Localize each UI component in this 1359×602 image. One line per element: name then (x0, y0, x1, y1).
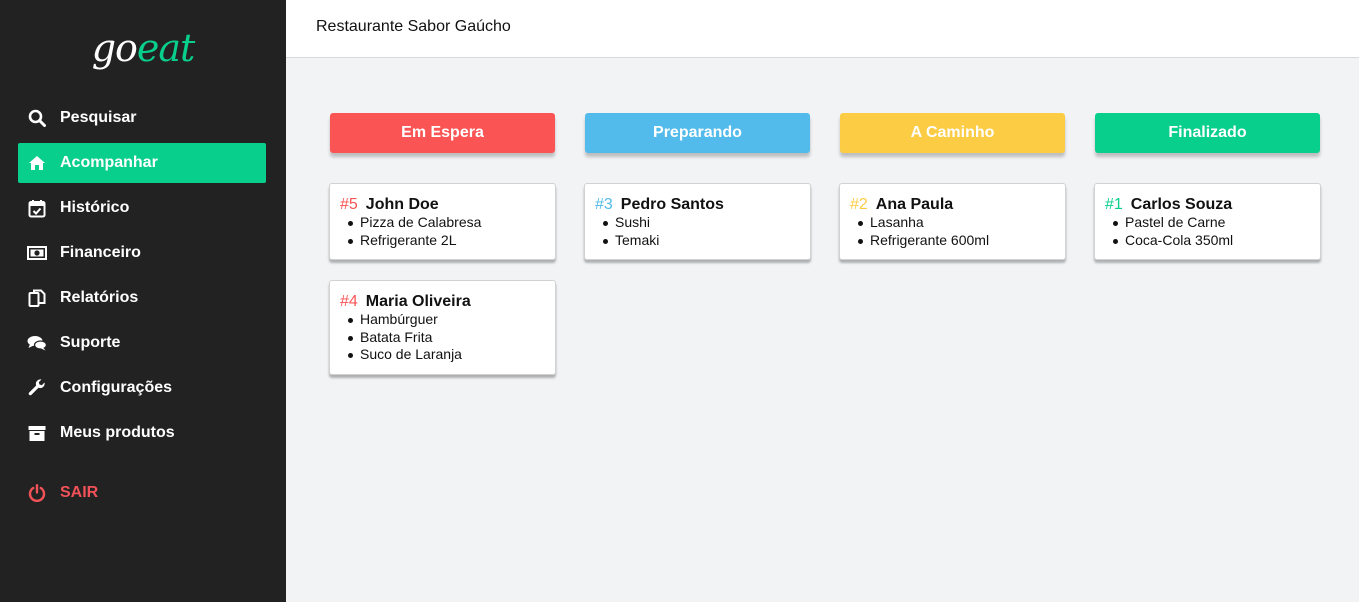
order-card[interactable]: #3 Pedro Santos Sushi Temaki (584, 183, 811, 260)
order-card[interactable]: #4 Maria Oliveira Hambúrguer Batata Frit… (329, 280, 556, 375)
order-item: Pizza de Calabresa (340, 214, 545, 232)
app-logo[interactable]: goeat (0, 26, 286, 70)
sidebar: goeat Pesquisar Acompanhar Histórico Fin… (0, 0, 286, 602)
order-items: Hambúrguer Batata Frita Suco de Laranja (340, 311, 545, 364)
sidebar-item-label: Relatórios (60, 289, 139, 306)
customer-name: John Doe (365, 196, 439, 213)
wrench-icon (27, 378, 47, 398)
calendar-check-icon (27, 198, 47, 218)
order-items: Pizza de Calabresa Refrigerante 2L (340, 214, 545, 249)
sidebar-item-label: Financeiro (60, 244, 141, 261)
order-card[interactable]: #5 John Doe Pizza de Calabresa Refrigera… (329, 183, 556, 260)
home-icon (27, 153, 47, 173)
header: Restaurante Sabor Gaúcho (286, 0, 1359, 58)
sidebar-item-suporte[interactable]: Suporte (18, 323, 266, 363)
customer-name: Maria Oliveira (365, 293, 471, 310)
order-number: #1 (1105, 196, 1123, 213)
sidebar-item-pesquisar[interactable]: Pesquisar (18, 98, 266, 138)
order-item: Pastel de Carne (1105, 214, 1310, 232)
order-items: Sushi Temaki (595, 214, 800, 249)
column-header-preparando[interactable]: Preparando (585, 113, 810, 153)
order-item: Sushi (595, 214, 800, 232)
order-item: Hambúrguer (340, 311, 545, 329)
column-header-finalizado[interactable]: Finalizado (1095, 113, 1320, 153)
sidebar-item-financeiro[interactable]: Financeiro (18, 233, 266, 273)
logout-button[interactable]: SAIR (18, 473, 266, 513)
order-item: Refrigerante 600ml (850, 232, 1055, 250)
sidebar-item-label: Suporte (60, 334, 121, 351)
order-number: #2 (850, 196, 868, 213)
sidebar-item-label: Histórico (60, 199, 130, 216)
order-item: Coca-Cola 350ml (1105, 232, 1310, 250)
column-header-a-caminho[interactable]: A Caminho (840, 113, 1065, 153)
sidebar-item-label: Configurações (60, 379, 173, 396)
power-icon (27, 483, 47, 503)
sidebar-item-label: Meus produtos (60, 424, 175, 441)
order-number: #5 (340, 196, 358, 213)
customer-name: Pedro Santos (620, 196, 724, 213)
order-card[interactable]: #1 Carlos Souza Pastel de Carne Coca-Col… (1094, 183, 1321, 260)
sidebar-item-historico[interactable]: Histórico (18, 188, 266, 228)
archive-box-icon (27, 423, 47, 443)
order-item: Batata Frita (340, 329, 545, 347)
column-header-em-espera[interactable]: Em Espera (330, 113, 555, 153)
customer-name: Carlos Souza (1130, 196, 1233, 213)
comments-icon (27, 333, 47, 353)
restaurant-name: Restaurante Sabor Gaúcho (316, 18, 511, 35)
logout-label: SAIR (60, 484, 99, 501)
order-number: #4 (340, 293, 358, 310)
order-items: Lasanha Refrigerante 600ml (850, 214, 1055, 249)
sidebar-item-label: Acompanhar (60, 154, 158, 171)
order-item: Suco de Laranja (340, 346, 545, 364)
sidebar-item-acompanhar[interactable]: Acompanhar (18, 143, 266, 183)
customer-name: Ana Paula (875, 196, 954, 213)
sidebar-item-label: Pesquisar (60, 109, 137, 126)
order-number: #3 (595, 196, 613, 213)
money-bill-icon (27, 243, 47, 263)
sidebar-item-relatorios[interactable]: Relatórios (18, 278, 266, 318)
order-item: Lasanha (850, 214, 1055, 232)
order-item: Refrigerante 2L (340, 232, 545, 250)
search-icon (27, 108, 47, 128)
order-items: Pastel de Carne Coca-Cola 350ml (1105, 214, 1310, 249)
order-card[interactable]: #2 Ana Paula Lasanha Refrigerante 600ml (839, 183, 1066, 260)
documents-icon (27, 288, 47, 308)
sidebar-item-configuracoes[interactable]: Configurações (18, 368, 266, 408)
order-item: Temaki (595, 232, 800, 250)
sidebar-item-meus-produtos[interactable]: Meus produtos (18, 413, 266, 453)
